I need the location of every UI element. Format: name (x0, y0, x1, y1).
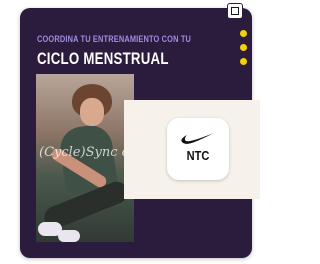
carousel-dot[interactable] (240, 44, 247, 51)
nike-swoosh-icon (181, 133, 214, 144)
headline-title: CICLO MENSTRUAL (37, 49, 169, 68)
carousel-indicators (240, 30, 250, 72)
app-name: NTC (186, 148, 210, 163)
photo-overlay-text: (Cycle)Sync on (39, 145, 134, 160)
carousel-dot[interactable] (240, 30, 247, 37)
ntc-app-icon[interactable]: NTC (167, 118, 229, 180)
expand-button[interactable] (227, 3, 243, 19)
headline-subtitle: COORDINA TU ENTRENAMIENTO CON TU (37, 34, 192, 45)
carousel-dot[interactable] (240, 58, 247, 65)
square-icon (231, 7, 239, 15)
athlete-photo: (Cycle)Sync on (36, 74, 134, 242)
